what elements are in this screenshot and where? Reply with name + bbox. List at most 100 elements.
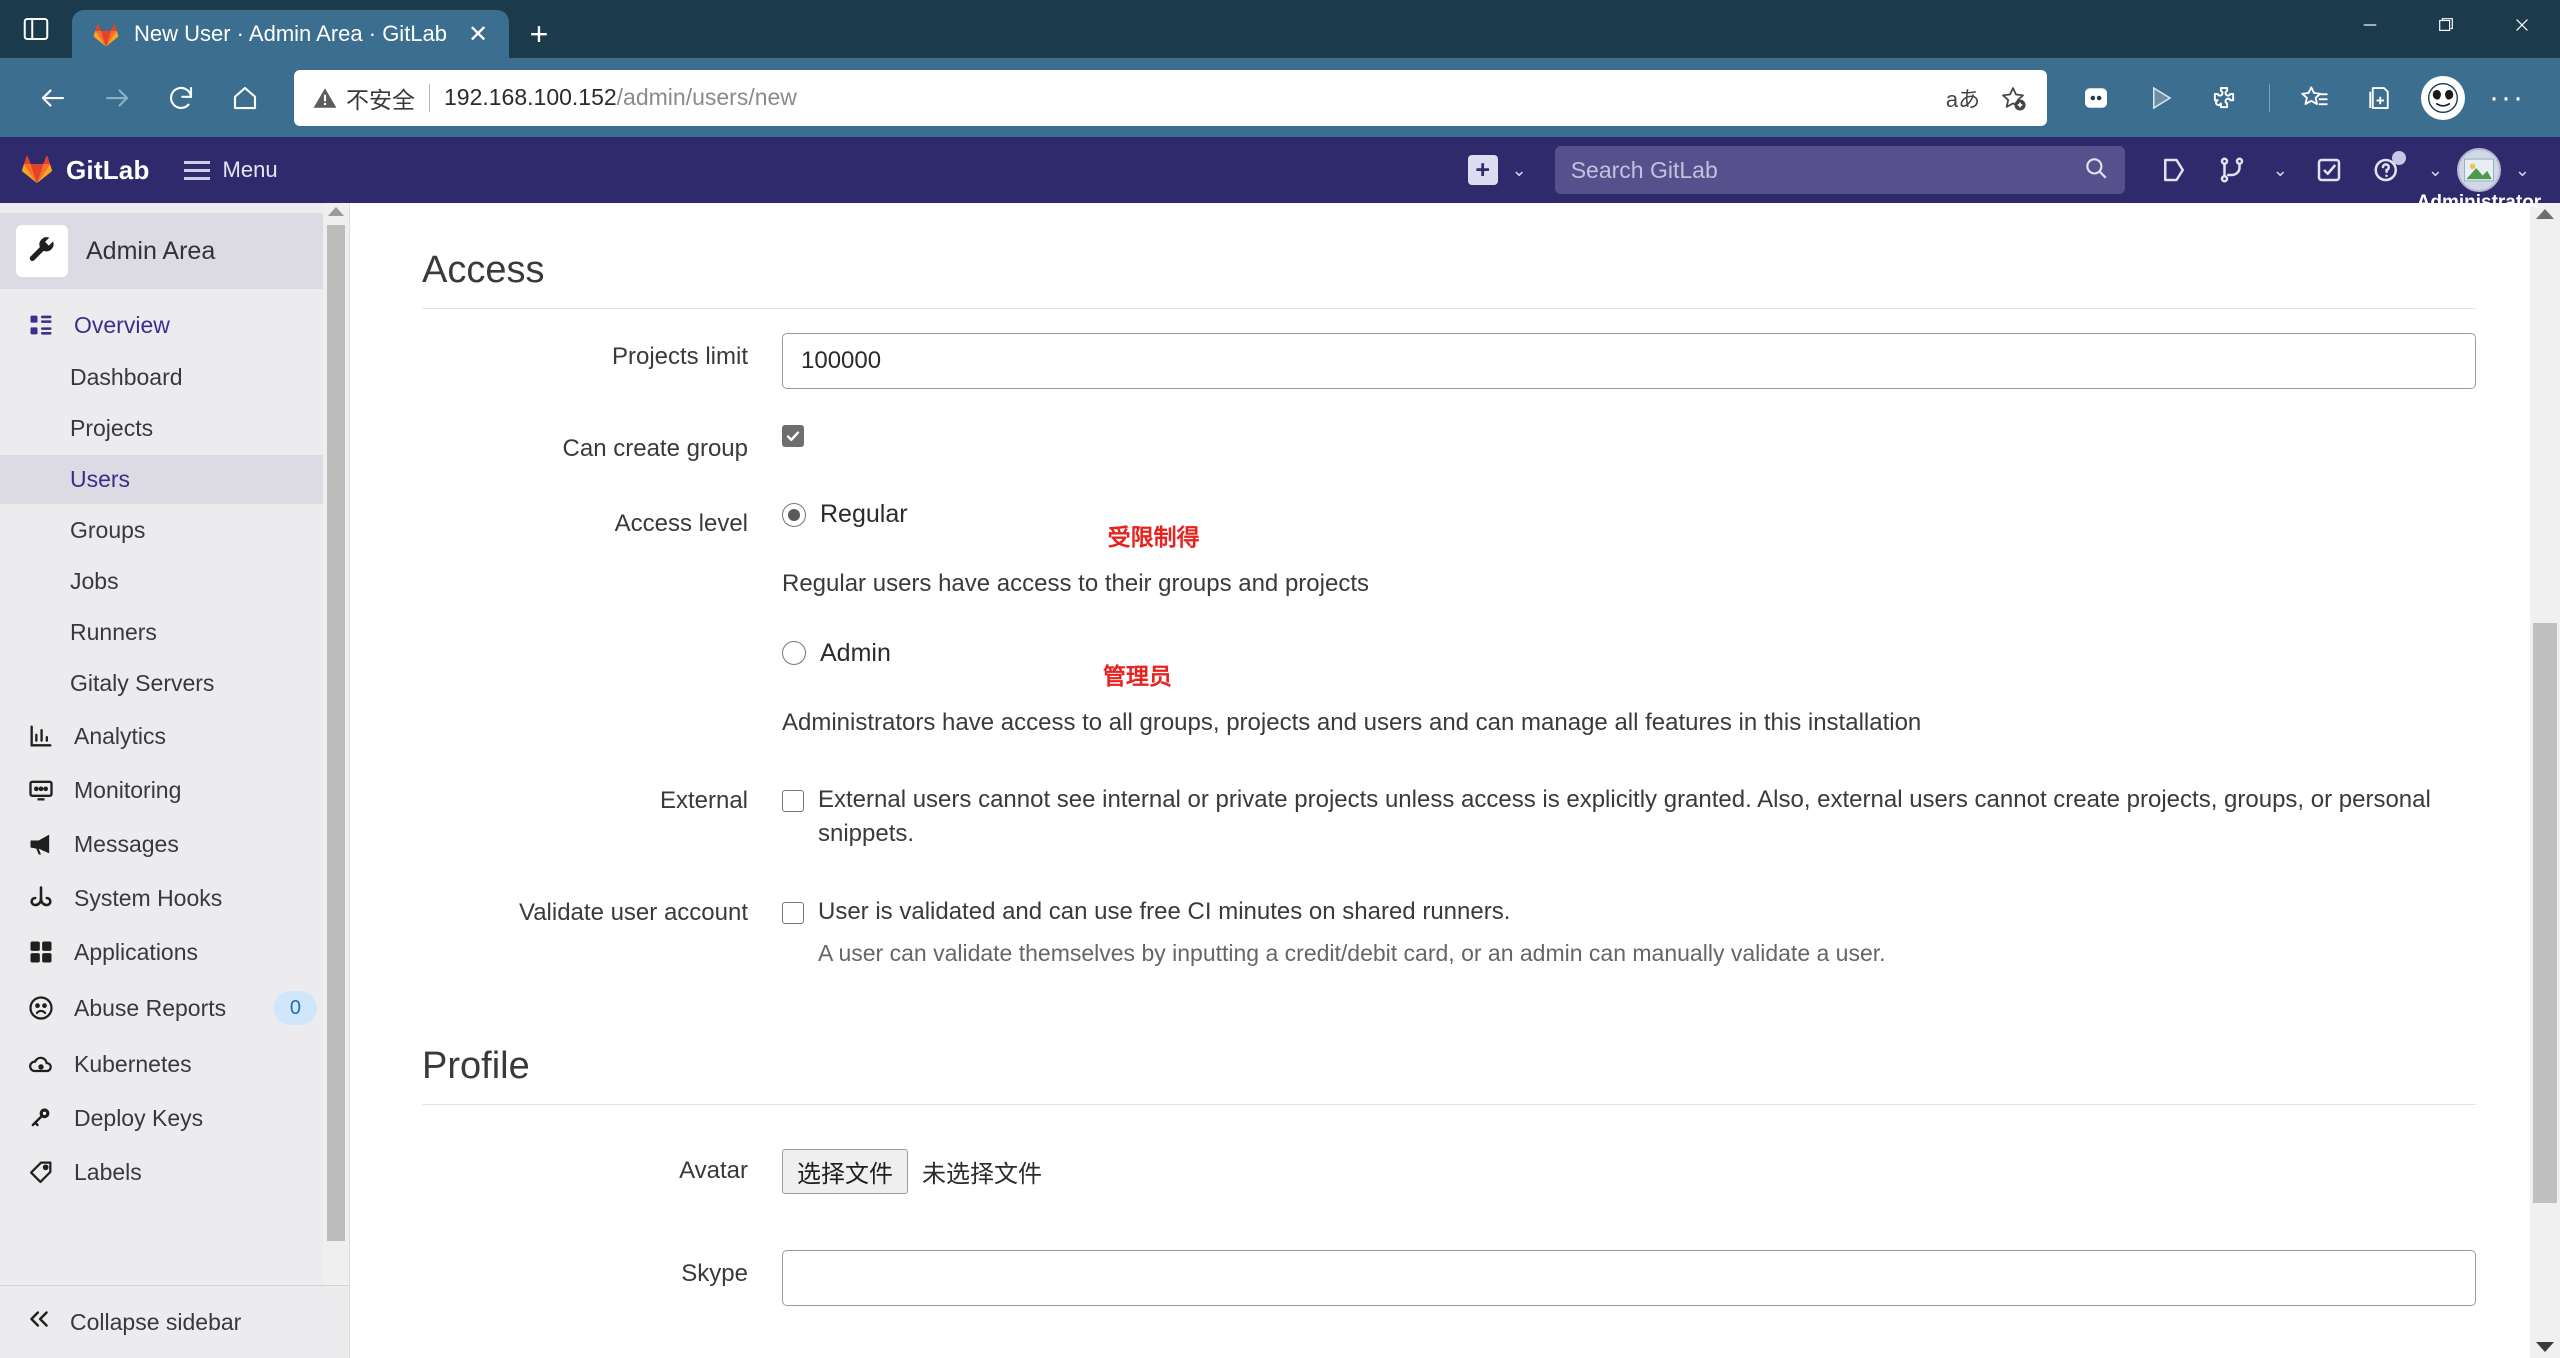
access-level-radio-regular[interactable] [782, 503, 806, 527]
access-level-option-regular: Regular 受限制得 Regular users have access t… [782, 500, 2476, 600]
chevron-down-icon-mr[interactable]: ⌄ [2263, 160, 2298, 181]
extension-goggles-icon[interactable] [2067, 69, 2125, 127]
window-controls [2332, 0, 2560, 50]
sidebar-item-monitoring[interactable]: Monitoring [0, 764, 337, 816]
content-scrollbar[interactable] [2530, 203, 2560, 1358]
external-checkbox[interactable] [782, 790, 804, 812]
collections-add-icon[interactable] [2350, 69, 2408, 127]
profile-avatar-icon[interactable] [2414, 69, 2472, 127]
play-icon[interactable] [2131, 69, 2189, 127]
section-title-profile: Profile [422, 1045, 2476, 1105]
favorites-star-list-icon[interactable] [2286, 69, 2344, 127]
todos-icon[interactable] [2302, 143, 2356, 197]
form-row-avatar: Avatar 选择文件 未选择文件 [422, 1111, 2476, 1212]
search-icon [2083, 155, 2109, 186]
sidebar-item-gitaly-servers[interactable]: Gitaly Servers [0, 659, 337, 708]
close-icon[interactable] [2484, 0, 2560, 50]
sidebar-item-runners[interactable]: Runners [0, 608, 337, 657]
maximize-icon[interactable] [2408, 0, 2484, 50]
gitlab-brand[interactable]: GitLab [20, 151, 150, 190]
gitlab-fox-icon [92, 20, 120, 48]
sidebar-item-groups[interactable]: Groups [0, 506, 337, 555]
sidebar-item-analytics[interactable]: Analytics [0, 710, 337, 762]
minimize-icon[interactable] [2332, 0, 2408, 50]
can-create-group-checkbox[interactable] [782, 425, 804, 447]
sidebar-item-kubernetes[interactable]: Kubernetes [0, 1038, 337, 1090]
gitlab-brand-text: GitLab [66, 155, 150, 186]
sidebar-scrollbar-thumb[interactable] [327, 225, 345, 1241]
chevron-down-icon[interactable]: ⌄ [1502, 160, 1537, 181]
label-external: External [422, 783, 782, 851]
browser-tab[interactable]: New User · Admin Area · GitLab ✕ [72, 10, 509, 58]
issues-icon[interactable] [2147, 143, 2201, 197]
collapse-sidebar-button[interactable]: Collapse sidebar [0, 1285, 349, 1358]
label-tag-icon [26, 1157, 56, 1187]
sidebar-item-jobs[interactable]: Jobs [0, 557, 337, 606]
sidebar-item-system-hooks[interactable]: System Hooks [0, 872, 337, 924]
sidebar-item-applications[interactable]: Applications [0, 926, 337, 978]
sidebar-item-projects[interactable]: Projects [0, 404, 337, 453]
monitor-icon [26, 775, 56, 805]
toolbar-divider [2269, 84, 2270, 112]
url-divider [429, 84, 430, 112]
merge-requests-icon[interactable] [2205, 143, 2259, 197]
sidebar-item-overview[interactable]: Overview [0, 299, 337, 351]
back-arrow-icon[interactable] [24, 69, 82, 127]
sidebar-scrollbar[interactable] [323, 203, 349, 1285]
skype-input[interactable] [782, 1250, 2476, 1306]
annotation-admin: 管理员 [1103, 657, 1172, 691]
new-user-form: Access Projects limit Can create group [350, 203, 2520, 1324]
tab-list-icon[interactable] [0, 0, 72, 58]
projects-limit-input[interactable] [782, 333, 2476, 389]
search-input[interactable]: Search GitLab [1555, 146, 2125, 194]
help-icon[interactable] [2360, 143, 2414, 197]
home-icon[interactable] [216, 69, 274, 127]
sidebar-item-labels[interactable]: Labels [0, 1146, 337, 1198]
avatar-file-status: 未选择文件 [922, 1154, 1042, 1189]
sidebar-item-label-abuse-reports: Abuse Reports [74, 995, 226, 1022]
sidebar-item-users[interactable]: Users [0, 455, 337, 504]
puzzle-piece-icon[interactable] [2195, 69, 2253, 127]
browser-toolbar: 不安全 192.168.100.152/admin/users/new aあ [0, 58, 2560, 137]
address-bar[interactable]: 不安全 192.168.100.152/admin/users/new aあ [294, 70, 2047, 126]
sidebar-item-label-gitaly: Gitaly Servers [70, 670, 214, 697]
wrench-icon [16, 225, 68, 277]
sidebar-item-dashboard[interactable]: Dashboard [0, 353, 337, 402]
chevron-down-icon-help[interactable]: ⌄ [2418, 160, 2453, 181]
settings-more-icon[interactable]: ··· [2478, 69, 2536, 127]
radio-row-regular[interactable]: Regular [782, 500, 908, 529]
url-host: 192.168.100.152 [444, 84, 617, 110]
section-title-access: Access [422, 249, 2476, 309]
new-tab-button[interactable]: + [509, 10, 569, 58]
sidebar-item-label-messages: Messages [74, 831, 179, 858]
sidebar-item-messages[interactable]: Messages [0, 818, 337, 870]
chevron-down-icon-user[interactable]: ⌄ [2505, 160, 2540, 181]
validate-user-account-checkbox[interactable] [782, 902, 804, 924]
add-favorite-star-icon[interactable] [1991, 76, 2035, 120]
label-avatar: Avatar [422, 1145, 782, 1194]
admin-sidebar: Admin Area Overview Dashboard Projects U… [0, 203, 350, 1358]
avatar-choose-file-button[interactable]: 选择文件 [782, 1149, 908, 1194]
sidebar-item-label-users: Users [70, 466, 130, 493]
radio-row-admin[interactable]: Admin [782, 639, 891, 668]
sidebar-scroll-up-arrow[interactable] [328, 207, 344, 216]
access-level-radio-admin[interactable] [782, 641, 806, 665]
content-scroll-down-arrow[interactable] [2536, 1342, 2554, 1352]
gitlab-navbar-right: + ⌄ Search GitLab ⌄ ⌄ [1468, 143, 2540, 197]
main-content: Access Projects limit Can create group [350, 203, 2560, 1358]
sidebar-context-admin-area[interactable]: Admin Area [0, 213, 337, 289]
abuse-reports-badge: 0 [274, 991, 317, 1025]
create-new-button[interactable]: + [1468, 155, 1498, 185]
tab-close-icon[interactable]: ✕ [461, 17, 495, 51]
validate-user-account-description: User is validated and can use free CI mi… [818, 895, 1510, 929]
sidebar-item-abuse-reports[interactable]: Abuse Reports 0 [0, 980, 337, 1036]
reload-icon[interactable] [152, 69, 210, 127]
avatar [2457, 148, 2501, 192]
gitlab-menu-button[interactable]: Menu [184, 157, 278, 183]
forward-arrow-icon[interactable] [88, 69, 146, 127]
sidebar-item-deploy-keys[interactable]: Deploy Keys [0, 1092, 337, 1144]
user-menu[interactable]: Administrator [2457, 148, 2501, 192]
key-icon [26, 1103, 56, 1133]
read-aloud-icon[interactable]: aあ [1941, 76, 1985, 120]
content-scrollbar-thumb[interactable] [2533, 623, 2557, 1203]
